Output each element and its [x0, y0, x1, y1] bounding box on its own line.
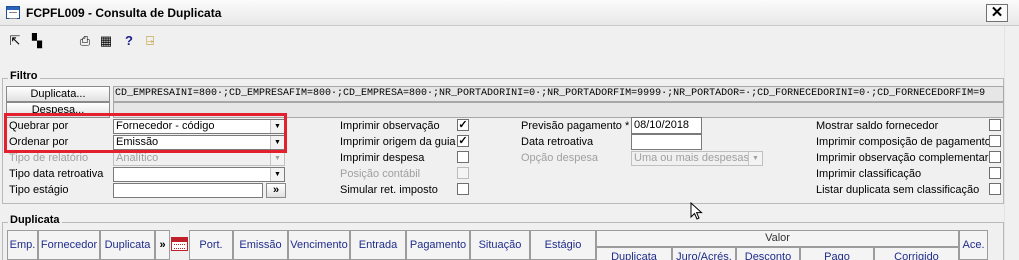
col-valor-duplicata[interactable]: Duplicata	[596, 247, 672, 260]
tipo-relatorio-value: Analítico	[116, 152, 159, 164]
mostrar-saldo-checkbox[interactable]	[989, 119, 1001, 131]
imprimir-obs-complementar-label: Imprimir observação complementar	[816, 152, 989, 164]
col-vencimento[interactable]: Vencimento	[288, 230, 350, 260]
opcao-despesa-value: Uma ou mais despesas	[634, 152, 749, 164]
opcao-despesa-label: Opção despesa	[521, 152, 599, 164]
col-emissao[interactable]: Emissão	[233, 230, 288, 260]
imprimir-classificacao-label: Imprimir classificação	[816, 168, 922, 180]
col-emp[interactable]: Emp.	[7, 230, 38, 260]
tipo-data-retroativa-label: Tipo data retroativa	[9, 168, 104, 180]
data-retroativa-input[interactable]	[631, 134, 702, 150]
tipo-relatorio-label: Tipo de relatório	[9, 152, 89, 164]
mostrar-saldo-label: Mostrar saldo fornecedor	[816, 120, 939, 132]
col-entrada[interactable]: Entrada	[350, 230, 406, 260]
close-button[interactable]: ✕	[986, 4, 1008, 22]
simular-ret-imposto-checkbox[interactable]	[457, 183, 469, 195]
simular-ret-imposto-label: Simular ret. imposto	[340, 184, 438, 196]
data-retroativa-label: Data retroativa	[521, 136, 594, 148]
chevron-down-icon: ▼	[748, 152, 762, 165]
col-valor-juro[interactable]: Juro/Acrés.	[672, 247, 736, 260]
posicao-contabil-checkbox	[457, 167, 469, 179]
app-icon	[6, 6, 20, 19]
chevron-down-icon: ▼	[270, 152, 284, 165]
imprimir-observacao-label: Imprimir observação	[340, 120, 440, 132]
listar-sem-classificacao-label: Listar duplicata sem classificação	[816, 184, 980, 196]
exit-icon[interactable]: ⍈	[141, 32, 159, 50]
tipo-estagio-input[interactable]	[113, 183, 263, 198]
col-valor: Valor	[596, 230, 959, 247]
col-duplicata[interactable]: Duplicata	[100, 230, 155, 260]
window-title: FCPFL009 - Consulta de Duplicata	[26, 6, 222, 20]
filtro-title: Filtro	[8, 70, 40, 82]
imprimir-despesa-label: Imprimir despesa	[340, 152, 425, 164]
imprimir-origem-guia-checkbox[interactable]: ✓	[457, 135, 469, 147]
posicao-contabil-label: Posição contábil	[340, 168, 421, 180]
tipo-data-retroativa-select[interactable]: ▼	[113, 167, 285, 182]
col-pagamento[interactable]: Pagamento	[406, 230, 470, 260]
arrange-icon[interactable]: ▚	[28, 32, 46, 50]
col-estagio[interactable]: Estágio	[530, 230, 596, 260]
imprimir-obs-complementar-checkbox[interactable]	[989, 151, 1001, 163]
col-situacao[interactable]: Situação	[470, 230, 530, 260]
calendar-icon[interactable]	[171, 237, 188, 251]
previsao-pagamento-input[interactable]: 08/10/2018	[631, 117, 702, 134]
imprimir-composicao-label: Imprimir composição de pagamento	[816, 136, 991, 148]
move-icon[interactable]: ⇱	[6, 32, 24, 50]
col-fornecedor[interactable]: Fornecedor	[38, 230, 100, 260]
imprimir-origem-guia-label: Imprimir origem da guia	[340, 136, 456, 148]
highlight-box	[4, 113, 287, 153]
tipo-estagio-label: Tipo estágio	[9, 184, 69, 196]
listar-sem-classificacao-checkbox[interactable]	[989, 183, 1001, 195]
opcao-despesa-select: Uma ou mais despesas ▼	[631, 151, 763, 166]
duplicata-title: Duplicata	[8, 214, 62, 226]
print-icon[interactable]: ⎙	[76, 32, 94, 50]
duplicata-filter-text: CD_EMPRESAINI=800·;CD_EMPRESAFIM=800·;CD…	[113, 86, 1004, 102]
help-icon[interactable]: ?	[120, 32, 138, 50]
tipo-relatorio-select: Analítico ▼	[113, 151, 285, 166]
tipo-estagio-button[interactable]: »	[266, 183, 286, 198]
duplicata-filter-button[interactable]: Duplicata...	[6, 86, 110, 102]
col-valor-pago[interactable]: Pago	[800, 247, 874, 260]
expand-columns-button[interactable]: »	[155, 230, 170, 260]
imprimir-classificacao-checkbox[interactable]	[989, 167, 1001, 179]
imprimir-composicao-checkbox[interactable]	[989, 135, 1001, 147]
previsao-pagamento-label: Previsão pagamento *	[521, 120, 630, 132]
imprimir-observacao-checkbox[interactable]: ✓	[457, 119, 469, 131]
imprimir-despesa-checkbox[interactable]	[457, 151, 469, 163]
calculator-icon[interactable]: ▦	[97, 32, 115, 50]
col-ace[interactable]: Ace.	[959, 230, 988, 260]
col-valor-corrigido[interactable]: Corrigido	[874, 247, 959, 260]
mouse-cursor-icon	[690, 202, 703, 220]
window-scrollbar[interactable]	[1004, 26, 1019, 260]
col-valor-desconto[interactable]: Desconto	[736, 247, 800, 260]
col-port[interactable]: Port.	[189, 230, 233, 260]
chevron-down-icon[interactable]: ▼	[270, 168, 284, 181]
